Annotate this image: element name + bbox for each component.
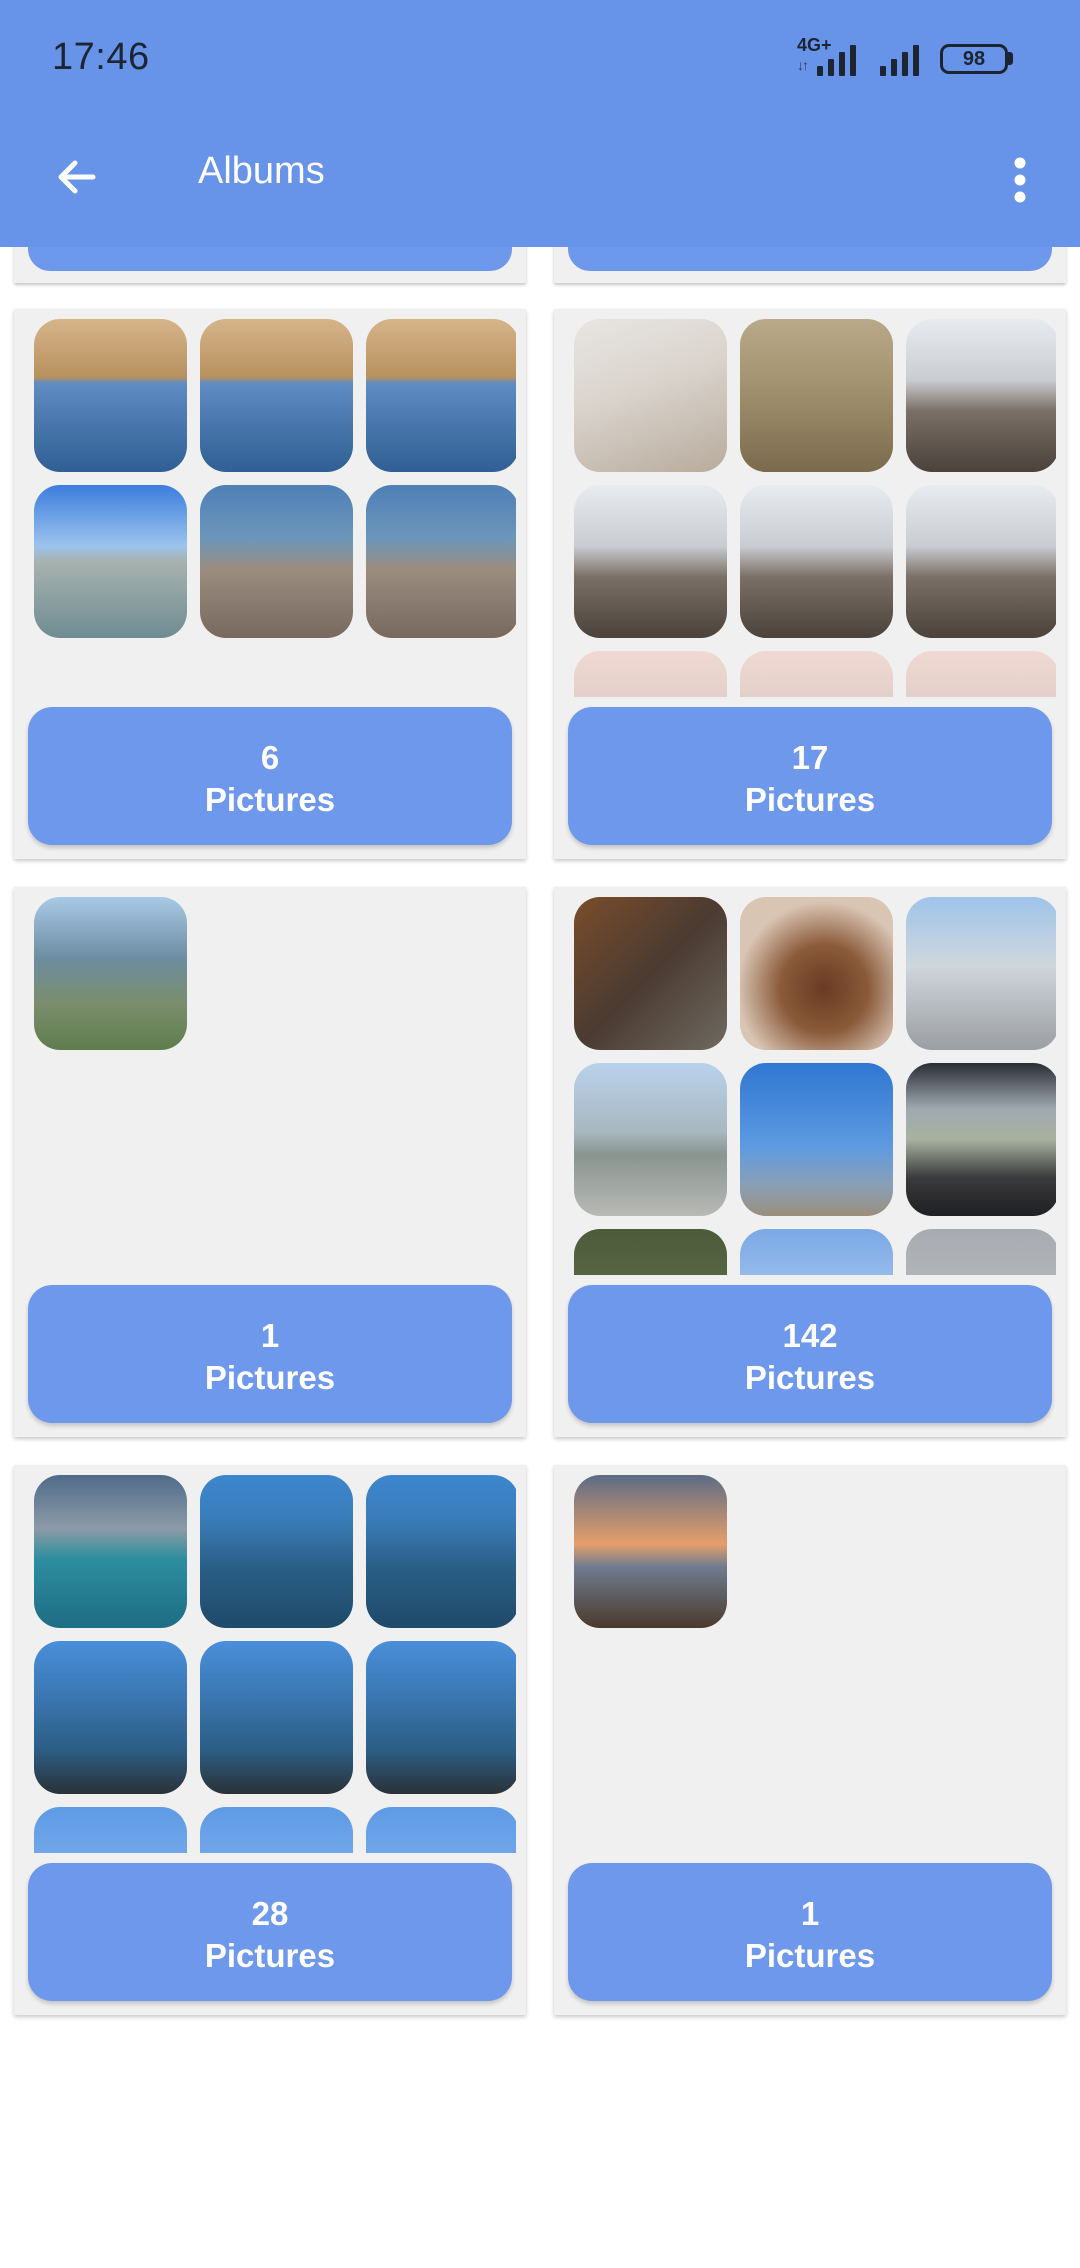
album-photo-thumbnail[interactable] [200, 485, 353, 638]
album-photo-thumbnail[interactable] [906, 485, 1056, 638]
album-card-partial-right[interactable] [554, 247, 1066, 283]
album-count-label: Pictures [744, 1359, 876, 1396]
album-thumbnails [574, 319, 1056, 697]
album-photo-thumbnail[interactable] [34, 485, 187, 638]
album-count-button[interactable]: 1 Pictures [28, 1285, 512, 1423]
app-bar: Albums [0, 115, 1080, 247]
album-photo-thumbnail[interactable] [574, 1475, 727, 1628]
album-photo-thumbnail[interactable] [906, 651, 1056, 697]
album-photo-thumbnail[interactable] [574, 651, 727, 697]
battery-nub [1008, 52, 1013, 65]
album-count: 1 [260, 1317, 280, 1354]
album-card[interactable]: 1 Pictures [554, 1465, 1066, 2015]
album-photo-thumbnail[interactable] [574, 319, 727, 472]
album-photo-thumbnail[interactable] [366, 1807, 516, 1853]
album-count-button-partial[interactable] [568, 247, 1052, 271]
album-photo-thumbnail[interactable] [34, 897, 187, 1050]
data-arrows-icon: ↓↑ [797, 57, 809, 73]
album-photo-thumbnail[interactable] [366, 1475, 516, 1628]
status-time: 17:46 [52, 36, 150, 78]
album-thumbnails [34, 319, 516, 697]
album-thumbnails [34, 897, 516, 1275]
album-photo-thumbnail[interactable] [200, 319, 353, 472]
album-card[interactable]: 142 Pictures [554, 887, 1066, 1437]
album-photo-thumbnail[interactable] [200, 1807, 353, 1853]
album-photo-thumbnail[interactable] [740, 1229, 893, 1275]
album-card[interactable]: 28 Pictures [14, 1465, 526, 2015]
album-photo-thumbnail[interactable] [34, 319, 187, 472]
app-root: 17:46 4G+ ↓↑ 98 Albums 6 Pictures 17 Pic… [0, 0, 1080, 2268]
album-count-label: Pictures [744, 1937, 876, 1974]
status-bar: 17:46 4G+ ↓↑ 98 [0, 0, 1080, 115]
album-count-button[interactable]: 6 Pictures [28, 707, 512, 845]
album-photo-thumbnail[interactable] [740, 651, 893, 697]
battery-icon: 98 [940, 44, 1008, 74]
album-card-partial-left[interactable] [14, 247, 526, 283]
album-photo-thumbnail[interactable] [740, 485, 893, 638]
album-photo-thumbnail[interactable] [574, 485, 727, 638]
album-photo-thumbnail[interactable] [906, 897, 1056, 1050]
album-count: 28 [251, 1895, 289, 1932]
album-photo-thumbnail[interactable] [740, 319, 893, 472]
signal-strength-1-icon [817, 40, 856, 76]
album-photo-thumbnail[interactable] [366, 319, 516, 472]
album-count-button[interactable]: 17 Pictures [568, 707, 1052, 845]
album-thumbnails [574, 1475, 1056, 1853]
more-vert-icon [1014, 157, 1026, 203]
album-photo-thumbnail[interactable] [200, 1641, 353, 1794]
album-photo-thumbnail[interactable] [34, 1475, 187, 1628]
album-thumbnails [34, 1475, 516, 1853]
album-card[interactable]: 17 Pictures [554, 309, 1066, 859]
album-count-button[interactable]: 28 Pictures [28, 1863, 512, 2001]
album-count: 1 [800, 1895, 820, 1932]
signal-strength-2-icon [880, 40, 919, 76]
album-photo-thumbnail[interactable] [906, 1229, 1056, 1275]
album-photo-thumbnail[interactable] [740, 1063, 893, 1216]
album-count: 142 [782, 1317, 838, 1354]
album-photo-thumbnail[interactable] [366, 1641, 516, 1794]
album-photo-thumbnail[interactable] [574, 897, 727, 1050]
album-count-label: Pictures [204, 1937, 336, 1974]
album-photo-thumbnail[interactable] [34, 1807, 187, 1853]
album-photo-thumbnail[interactable] [574, 1063, 727, 1216]
album-count: 17 [791, 739, 829, 776]
album-thumbnails [574, 897, 1056, 1275]
albums-grid[interactable]: 6 Pictures 17 Pictures 1 Pictures 142 Pi… [0, 247, 1080, 2268]
album-count: 6 [260, 739, 280, 776]
album-photo-thumbnail[interactable] [366, 485, 516, 638]
album-count-button[interactable]: 142 Pictures [568, 1285, 1052, 1423]
back-button[interactable] [40, 140, 114, 214]
album-photo-thumbnail[interactable] [200, 1475, 353, 1628]
album-count-label: Pictures [744, 781, 876, 818]
album-card[interactable]: 1 Pictures [14, 887, 526, 1437]
page-title: Albums [198, 150, 325, 192]
album-photo-thumbnail[interactable] [906, 319, 1056, 472]
album-count-label: Pictures [204, 1359, 336, 1396]
overflow-menu-button[interactable] [1000, 140, 1040, 220]
album-count-button[interactable]: 1 Pictures [568, 1863, 1052, 2001]
arrow-left-icon [58, 160, 96, 194]
album-count-button-partial[interactable] [28, 247, 512, 271]
album-card[interactable]: 6 Pictures [14, 309, 526, 859]
album-photo-thumbnail[interactable] [34, 1641, 187, 1794]
album-photo-thumbnail[interactable] [740, 897, 893, 1050]
album-photo-thumbnail[interactable] [906, 1063, 1056, 1216]
album-count-label: Pictures [204, 781, 336, 818]
album-photo-thumbnail[interactable] [574, 1229, 727, 1275]
